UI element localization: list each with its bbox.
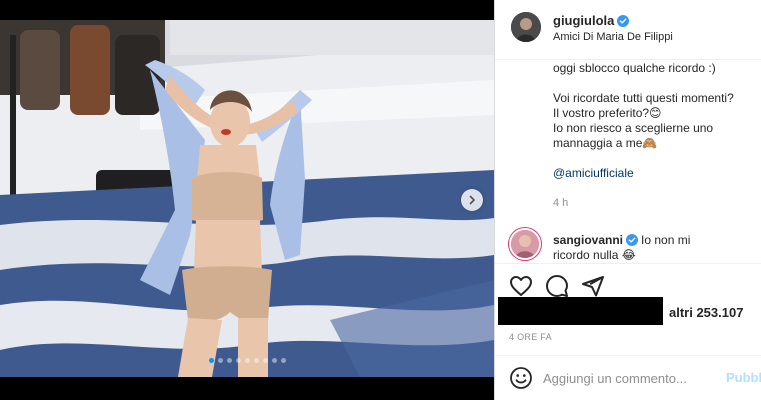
- share-icon[interactable]: [581, 274, 605, 298]
- comment-input[interactable]: [543, 367, 718, 389]
- caption-mention-link[interactable]: @amiciufficiale: [553, 166, 761, 181]
- likes-count[interactable]: altri 253.107: [669, 305, 743, 320]
- commenter-username[interactable]: sangiovanni: [553, 233, 623, 247]
- post-media: [0, 0, 494, 400]
- avatar-photo: [511, 12, 541, 42]
- carousel-dot: [262, 358, 268, 363]
- author-avatar[interactable]: [511, 12, 541, 42]
- heart-icon[interactable]: [509, 274, 533, 298]
- carousel-dot: [235, 358, 241, 363]
- carousel-next-button[interactable]: [461, 189, 483, 211]
- chevron-right-icon: [469, 195, 475, 205]
- comment-text-line2: ricordo nulla 😂: [553, 248, 636, 262]
- redacted-likers: [498, 297, 663, 325]
- caption-time: 4 h: [553, 197, 569, 209]
- author-name-row: giugiulola: [553, 13, 630, 28]
- comment-icon[interactable]: [545, 274, 569, 298]
- verified-badge-icon: [617, 14, 630, 27]
- carousel-indicator: [0, 358, 494, 363]
- post-side-panel: giugiulola Amici Di Maria De Filippi ogg…: [494, 0, 761, 400]
- post-photo[interactable]: [0, 20, 494, 377]
- publish-button[interactable]: Pubblica: [726, 370, 761, 385]
- caption-line: oggi sblocco qualche ricordo :): [553, 61, 716, 75]
- carousel-dot: [217, 358, 223, 363]
- carousel-dot: [280, 358, 286, 363]
- photo-illustration: [0, 20, 494, 377]
- carousel-dot: [271, 358, 277, 363]
- carousel-dot: [253, 358, 259, 363]
- carousel-dot: [226, 358, 232, 363]
- post-caption: oggi sblocco qualche ricordo :) Voi ricor…: [553, 61, 761, 181]
- verified-badge-icon: [626, 234, 639, 246]
- comment-text-line1: Io non mi: [641, 233, 691, 247]
- caption-line: Io non riesco a sceglierne uno: [553, 121, 714, 135]
- comment-header: sangiovanni Io non mi: [553, 233, 690, 247]
- post-location[interactable]: Amici Di Maria De Filippi: [553, 31, 673, 43]
- carousel-dot: [208, 358, 214, 363]
- caption-line: mannaggia a me🙈: [553, 136, 658, 150]
- caption-line: Voi ricordate tutti questi momenti?: [553, 91, 734, 105]
- commenter-avatar[interactable]: [509, 228, 541, 260]
- post-timestamp[interactable]: 4 ORE FA: [509, 332, 552, 342]
- avatar-photo: [511, 230, 539, 258]
- carousel-dot: [244, 358, 250, 363]
- author-username[interactable]: giugiulola: [553, 13, 614, 28]
- add-comment-bar: Pubblica: [495, 355, 761, 400]
- comment-item: sangiovanni Io non mi ricordo nulla 😂: [509, 228, 761, 263]
- caption-line: Il vostro preferito?😊: [553, 106, 662, 120]
- emoji-icon[interactable]: [509, 366, 533, 390]
- post-header: giugiulola Amici Di Maria De Filippi: [495, 0, 761, 60]
- likes-row: altri 253.107: [495, 296, 761, 326]
- comments-section: oggi sblocco qualche ricordo :) Voi ricor…: [495, 61, 761, 263]
